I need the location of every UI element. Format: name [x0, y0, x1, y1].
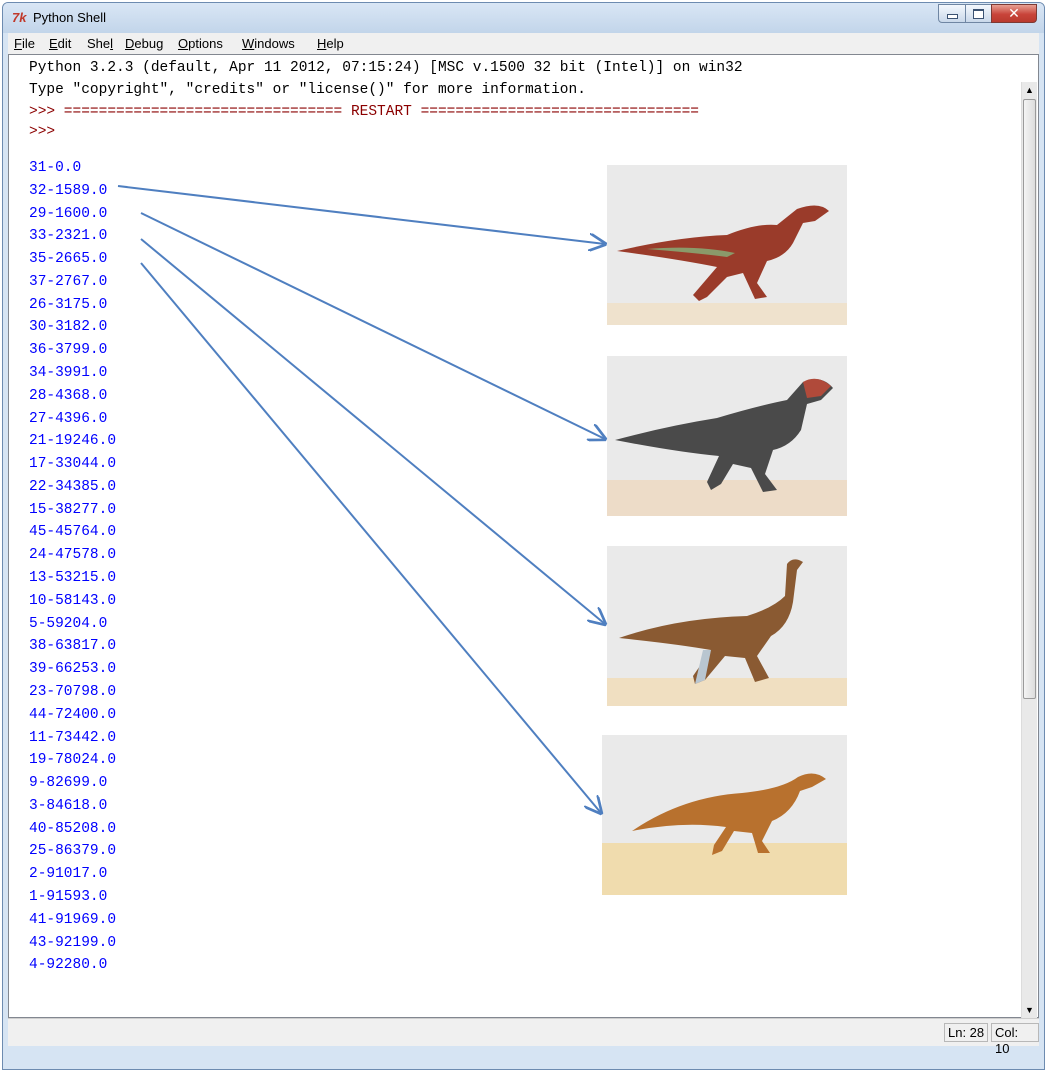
status-line: Ln: 28 — [944, 1023, 989, 1042]
minimize-button[interactable] — [938, 4, 966, 23]
menu-bar: File Edit Shel Debug Options Windows Hel… — [8, 33, 1039, 55]
menu-shell[interactable]: Shel — [87, 36, 113, 51]
window-title: Python Shell — [33, 10, 106, 25]
status-bar: Ln: 28 Col: 10 — [8, 1018, 1039, 1056]
close-icon: ✕ — [1008, 5, 1020, 22]
menu-debug[interactable]: Debug — [125, 36, 163, 51]
menu-edit[interactable]: Edit — [49, 36, 71, 51]
close-button[interactable]: ✕ — [991, 4, 1037, 23]
menu-file[interactable]: File — [14, 36, 35, 51]
tk-feather-icon: 7k — [12, 10, 27, 25]
menu-options[interactable]: Options — [178, 36, 223, 51]
arrow-2 — [140, 212, 605, 439]
scroll-thumb[interactable] — [1023, 99, 1036, 699]
minimize-icon — [946, 14, 958, 19]
python-shell-window: 7k Python Shell ✕ File Edit Shel Debug O… — [2, 2, 1045, 1070]
menu-help[interactable]: Help — [317, 36, 344, 51]
arrow-3 — [140, 238, 605, 624]
maximize-button[interactable] — [965, 4, 992, 23]
arrow-1 — [117, 185, 605, 244]
vertical-scrollbar[interactable]: ▲ ▼ — [1021, 82, 1037, 1018]
scroll-up-icon[interactable]: ▲ — [1022, 82, 1037, 98]
scroll-down-icon[interactable]: ▼ — [1022, 1002, 1037, 1018]
shell-text-area[interactable]: Python 3.2.3 (default, Apr 11 2012, 07:1… — [8, 54, 1039, 1018]
status-col: Col: 10 — [991, 1023, 1039, 1056]
arrow-overlay — [117, 185, 1039, 1018]
menu-windows[interactable]: Windows — [242, 36, 295, 51]
title-bar[interactable]: 7k Python Shell ✕ — [3, 3, 1044, 33]
maximize-icon — [973, 8, 984, 19]
arrow-4 — [140, 262, 601, 813]
